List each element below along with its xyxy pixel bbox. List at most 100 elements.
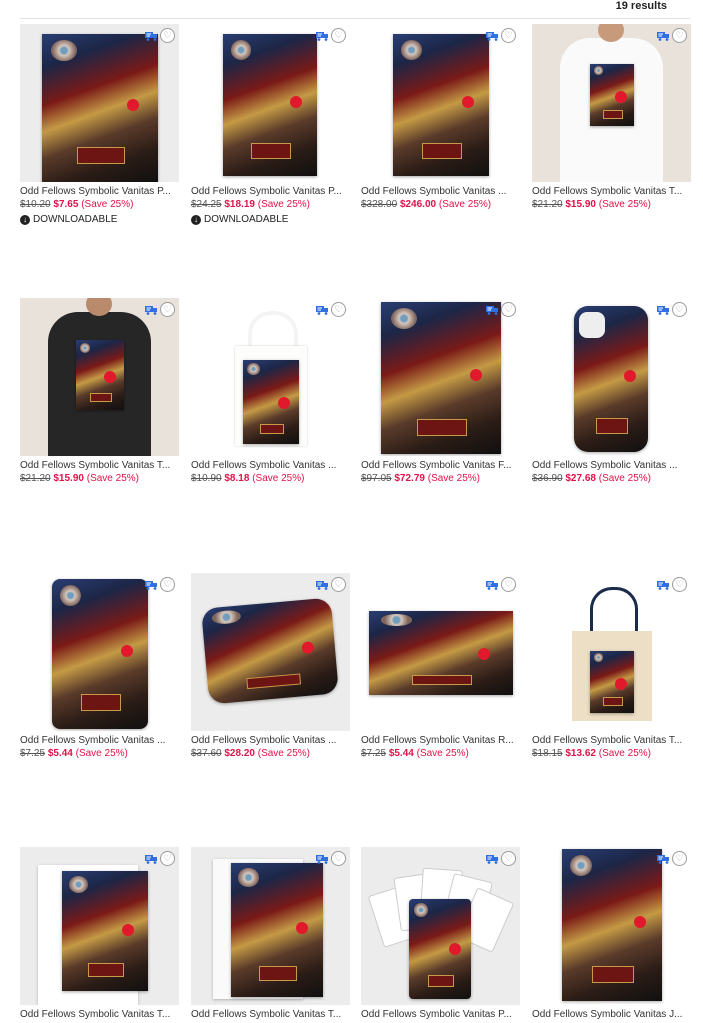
discount-label: (Save 25%) <box>598 473 651 484</box>
fast-shipping-icon <box>145 854 157 864</box>
results-count: 19 results <box>615 0 667 12</box>
heart-outline-icon[interactable]: ♡ <box>672 577 687 592</box>
heart-outline-icon[interactable]: ♡ <box>672 28 687 43</box>
product-image[interactable]: ♡ <box>532 24 691 182</box>
sale-price: $72.79 <box>394 473 425 484</box>
product-card[interactable]: ♡ Odd Fellows Symbolic Vanitas F... $97.05… <box>361 298 520 484</box>
product-card[interactable]: ♡ Odd Fellows Symbolic Vanitas P... $24.25… <box>191 24 350 225</box>
product-card[interactable]: ♡ Odd Fellows Symbolic Vanitas J... <box>532 847 691 1020</box>
product-image[interactable]: ♡ <box>361 298 520 456</box>
product-title[interactable]: Odd Fellows Symbolic Vanitas T... <box>532 735 691 746</box>
product-title[interactable]: Odd Fellows Symbolic Vanitas P... <box>20 186 179 197</box>
product-card[interactable]: ♡ Odd Fellows Symbolic Vanitas P... <box>361 847 520 1020</box>
product-image[interactable]: ♡ <box>361 847 520 1005</box>
product-card[interactable]: ♡ Odd Fellows Symbolic Vanitas T... <box>20 847 179 1020</box>
product-card[interactable]: ♡ Odd Fellows Symbolic Vanitas T... $18.15… <box>532 573 691 759</box>
product-title[interactable]: Odd Fellows Symbolic Vanitas ... <box>191 460 350 471</box>
fast-shipping-icon <box>145 580 157 590</box>
original-price: $328.00 <box>361 199 398 210</box>
product-badges: ♡ <box>145 28 175 43</box>
product-badges: ♡ <box>316 577 346 592</box>
product-title[interactable]: Odd Fellows Symbolic Vanitas T... <box>532 186 691 197</box>
product-card[interactable]: ♡ Odd Fellows Symbolic Vanitas ... $7.25 $… <box>20 573 179 759</box>
product-badges: ♡ <box>486 302 516 317</box>
heart-outline-icon[interactable]: ♡ <box>160 302 175 317</box>
sale-price: $5.44 <box>47 748 73 759</box>
product-card[interactable]: ♡ Odd Fellows Symbolic Vanitas ... $36.90 … <box>532 298 691 484</box>
product-image[interactable]: ♡ <box>361 573 520 731</box>
heart-outline-icon[interactable]: ♡ <box>672 302 687 317</box>
product-title[interactable]: Odd Fellows Symbolic Vanitas T... <box>20 460 179 471</box>
product-title[interactable]: Odd Fellows Symbolic Vanitas R... <box>361 735 520 746</box>
heart-outline-icon[interactable]: ♡ <box>331 851 346 866</box>
heart-outline-icon[interactable]: ♡ <box>501 851 516 866</box>
product-badges: ♡ <box>145 302 175 317</box>
product-title[interactable]: Odd Fellows Symbolic Vanitas J... <box>532 1009 691 1020</box>
sale-price: $15.90 <box>565 199 596 210</box>
product-card[interactable]: ♡ Odd Fellows Symbolic Vanitas T... <box>191 847 350 1020</box>
product-artwork <box>42 34 158 182</box>
product-card[interactable]: ♡ Odd Fellows Symbolic Vanitas P... $10.20… <box>20 24 179 225</box>
results-bar: 19 results <box>20 0 690 19</box>
heart-outline-icon[interactable]: ♡ <box>501 28 516 43</box>
product-card[interactable]: ♡ Odd Fellows Symbolic Vanitas T... $21.20… <box>532 24 691 210</box>
product-badges: ♡ <box>145 577 175 592</box>
heart-outline-icon[interactable]: ♡ <box>672 851 687 866</box>
product-price: $97.05 $72.79 (Save 25%) <box>361 473 520 484</box>
product-badges: ♡ <box>486 28 516 43</box>
product-price: $328.00 $246.00 (Save 25%) <box>361 199 520 210</box>
product-image[interactable]: ♡ <box>532 847 691 1005</box>
product-price: $24.25 $18.19 (Save 25%) <box>191 199 350 210</box>
heart-outline-icon[interactable]: ♡ <box>331 28 346 43</box>
heart-outline-icon[interactable]: ♡ <box>331 577 346 592</box>
product-title[interactable]: Odd Fellows Symbolic Vanitas ... <box>191 735 350 746</box>
product-image[interactable]: ♡ <box>532 573 691 731</box>
product-title[interactable]: Odd Fellows Symbolic Vanitas ... <box>361 186 520 197</box>
sale-price: $5.44 <box>388 748 414 759</box>
product-image[interactable]: ♡ <box>191 24 350 182</box>
product-image[interactable]: ♡ <box>191 847 350 1005</box>
product-price: $36.90 $27.68 (Save 25%) <box>532 473 691 484</box>
product-artwork <box>231 863 323 997</box>
product-image[interactable]: ♡ <box>361 24 520 182</box>
product-card[interactable]: ♡ Odd Fellows Symbolic Vanitas ... $10.90 … <box>191 298 350 484</box>
discount-label: (Save 25%) <box>86 473 139 484</box>
product-image[interactable]: ♡ <box>191 573 350 731</box>
product-title[interactable]: Odd Fellows Symbolic Vanitas ... <box>532 460 691 471</box>
product-image[interactable]: ♡ <box>20 24 179 182</box>
product-card[interactable]: ♡ Odd Fellows Symbolic Vanitas ... $328.00… <box>361 24 520 210</box>
product-title[interactable]: Odd Fellows Symbolic Vanitas T... <box>20 1009 179 1020</box>
product-card[interactable]: ♡ Odd Fellows Symbolic Vanitas R... $7.25 … <box>361 573 520 759</box>
product-image[interactable]: ♡ <box>20 298 179 456</box>
fast-shipping-icon <box>657 580 669 590</box>
heart-outline-icon[interactable]: ♡ <box>160 577 175 592</box>
fast-shipping-icon <box>486 305 498 315</box>
original-price: $7.25 <box>361 748 387 759</box>
fast-shipping-icon <box>145 305 157 315</box>
product-image[interactable]: ♡ <box>20 847 179 1005</box>
heart-outline-icon[interactable]: ♡ <box>160 28 175 43</box>
product-title[interactable]: Odd Fellows Symbolic Vanitas ... <box>20 735 179 746</box>
heart-outline-icon[interactable]: ♡ <box>501 577 516 592</box>
heart-outline-icon[interactable]: ♡ <box>501 302 516 317</box>
product-image[interactable]: ♡ <box>191 298 350 456</box>
product-badges: ♡ <box>316 851 346 866</box>
product-image[interactable]: ♡ <box>532 298 691 456</box>
heart-outline-icon[interactable]: ♡ <box>331 302 346 317</box>
discount-label: (Save 25%) <box>427 473 480 484</box>
product-title[interactable]: Odd Fellows Symbolic Vanitas P... <box>191 186 350 197</box>
product-title[interactable]: Odd Fellows Symbolic Vanitas F... <box>361 460 520 471</box>
product-title[interactable]: Odd Fellows Symbolic Vanitas P... <box>361 1009 520 1020</box>
fast-shipping-icon <box>316 580 328 590</box>
product-artwork <box>590 64 634 126</box>
product-card[interactable]: ♡ Odd Fellows Symbolic Vanitas T... $21.20… <box>20 298 179 484</box>
product-artwork <box>381 302 501 454</box>
product-badges: ♡ <box>657 28 687 43</box>
product-image[interactable]: ♡ <box>20 573 179 731</box>
product-title[interactable]: Odd Fellows Symbolic Vanitas T... <box>191 1009 350 1020</box>
fast-shipping-icon <box>486 31 498 41</box>
fast-shipping-icon <box>145 31 157 41</box>
heart-outline-icon[interactable]: ♡ <box>160 851 175 866</box>
product-card[interactable]: ♡ Odd Fellows Symbolic Vanitas ... $37.60 … <box>191 573 350 759</box>
product-price: $21.20 $15.90 (Save 25%) <box>532 199 691 210</box>
